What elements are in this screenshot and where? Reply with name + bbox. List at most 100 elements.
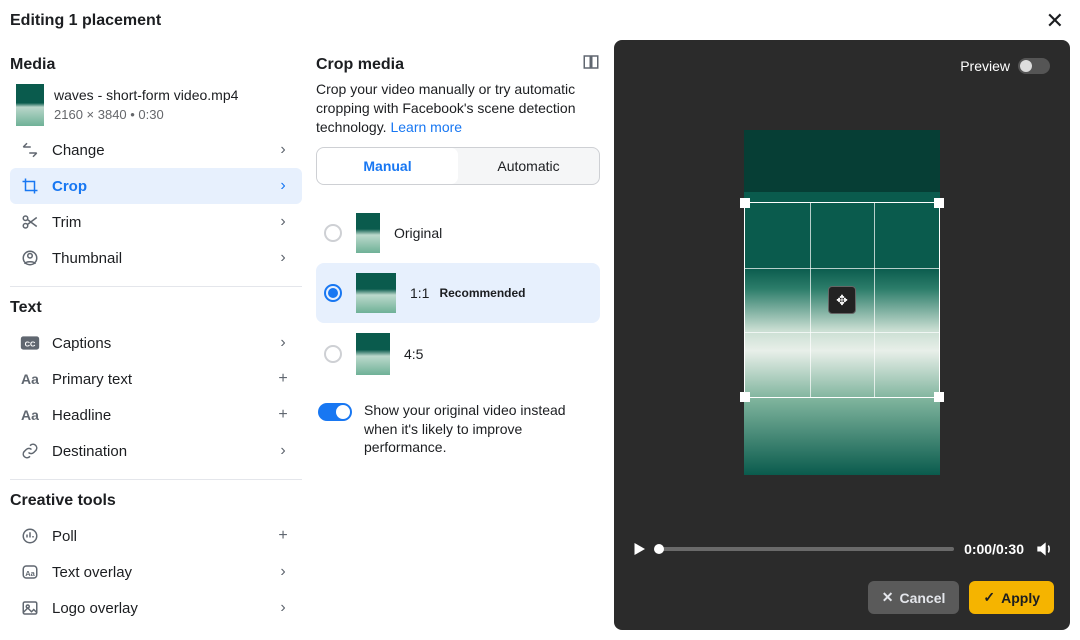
chevron-right-icon: › [274, 563, 292, 581]
ratio-label: Original [394, 225, 442, 241]
crop-box[interactable]: ✥ [744, 202, 940, 398]
sidebar-item-label: Thumbnail [52, 250, 262, 267]
sidebar-item-label: Captions [52, 335, 262, 352]
radio-icon [324, 284, 342, 302]
crop-mode-tabs: Manual Automatic [316, 147, 600, 185]
tab-automatic[interactable]: Automatic [458, 148, 599, 184]
crop-handle[interactable] [934, 392, 944, 402]
crop-handle[interactable] [740, 198, 750, 208]
chevron-right-icon: › [274, 177, 292, 195]
crop-heading: Crop media [316, 56, 404, 74]
thumbnail-icon [20, 248, 40, 268]
sidebar-item-change[interactable]: Change › [10, 132, 302, 168]
media-file-meta: waves - short-form video.mp4 2160 × 3840… [54, 86, 238, 124]
sidebar-item-label: Logo overlay [52, 600, 262, 617]
ratio-thumb-icon [356, 273, 396, 313]
plus-icon: + [274, 527, 292, 545]
sidebar-item-label: Poll [52, 528, 262, 545]
close-button[interactable]: ✕ [1046, 10, 1064, 32]
video-preview[interactable]: ✥ [744, 130, 940, 475]
change-icon [20, 140, 40, 160]
tools-heading: Creative tools [10, 492, 302, 510]
ratio-label: 1:1 [410, 285, 429, 301]
crop-icon [20, 176, 40, 196]
svg-text:Aa: Aa [25, 569, 35, 578]
plus-icon: + [274, 370, 292, 388]
crop-handle[interactable] [740, 392, 750, 402]
move-icon[interactable]: ✥ [828, 286, 856, 314]
learn-more-link[interactable]: Learn more [390, 119, 462, 135]
ratio-option-4-5[interactable]: 4:5 [316, 323, 600, 385]
chevron-right-icon: › [274, 442, 292, 460]
sidebar-item-label: Destination [52, 443, 262, 460]
play-button[interactable] [630, 540, 648, 558]
captions-icon: CC [20, 333, 40, 353]
ratio-thumb-icon [356, 213, 380, 253]
ratio-label: 4:5 [404, 346, 423, 362]
chevron-right-icon: › [274, 334, 292, 352]
media-heading: Media [10, 56, 302, 74]
close-icon: ✕ [882, 589, 894, 606]
media-dimensions: 2160 × 3840 • 0:30 [54, 106, 238, 124]
sidebar-item-text-overlay[interactable]: Aa Text overlay › [10, 554, 302, 590]
chevron-right-icon: › [274, 599, 292, 617]
poll-icon [20, 526, 40, 546]
sidebar-item-label: Headline [52, 407, 262, 424]
image-icon [20, 598, 40, 618]
chevron-right-icon: › [274, 249, 292, 267]
ratio-thumb-icon [356, 333, 390, 375]
sidebar-item-label: Crop [52, 178, 262, 195]
text-heading: Text [10, 299, 302, 317]
performance-toggle[interactable] [318, 403, 352, 421]
sidebar-item-thumbnail[interactable]: Thumbnail › [10, 240, 302, 276]
sidebar-item-label: Text overlay [52, 564, 262, 581]
performance-toggle-label: Show your original video instead when it… [364, 401, 598, 458]
page-title: Editing 1 placement [10, 12, 161, 30]
sidebar-item-captions[interactable]: CC Captions › [10, 325, 302, 361]
sidebar-item-primary-text[interactable]: Aa Primary text + [10, 361, 302, 397]
cancel-label: Cancel [899, 590, 945, 606]
sidebar-item-label: Change [52, 142, 262, 159]
divider [10, 286, 302, 287]
apply-button[interactable]: ✓ Apply [969, 581, 1054, 614]
progress-handle[interactable] [654, 544, 664, 554]
volume-button[interactable] [1034, 539, 1054, 559]
compare-icon[interactable] [582, 53, 600, 71]
check-icon: ✓ [983, 589, 995, 606]
sidebar-item-label: Trim [52, 214, 262, 231]
tab-manual[interactable]: Manual [317, 148, 458, 184]
ratio-option-1-1[interactable]: 1:1 Recommended [316, 263, 600, 323]
divider [10, 479, 302, 480]
sidebar-item-destination[interactable]: Destination › [10, 433, 302, 469]
ratio-option-original[interactable]: Original [316, 203, 600, 263]
sidebar-item-headline[interactable]: Aa Headline + [10, 397, 302, 433]
sidebar-item-crop[interactable]: Crop › [10, 168, 302, 204]
crop-handle[interactable] [934, 198, 944, 208]
media-file-row[interactable]: waves - short-form video.mp4 2160 × 3840… [10, 82, 302, 132]
progress-bar[interactable] [658, 547, 954, 551]
time-display: 0:00/0:30 [964, 541, 1024, 557]
cancel-button[interactable]: ✕ Cancel [868, 581, 960, 614]
left-sidebar: Media waves - short-form video.mp4 2160 … [0, 40, 310, 640]
link-icon [20, 441, 40, 461]
radio-icon [324, 345, 342, 363]
recommended-badge: Recommended [439, 286, 525, 300]
trim-icon [20, 212, 40, 232]
media-thumbnail-icon [16, 84, 44, 126]
svg-text:CC: CC [25, 339, 36, 348]
radio-icon [324, 224, 342, 242]
text-overlay-icon: Aa [20, 562, 40, 582]
chevron-right-icon: › [274, 213, 292, 231]
sidebar-item-poll[interactable]: Poll + [10, 518, 302, 554]
sidebar-item-logo-overlay[interactable]: Logo overlay › [10, 590, 302, 626]
sidebar-item-trim[interactable]: Trim › [10, 204, 302, 240]
crop-description: Crop your video manually or try automati… [316, 80, 600, 137]
media-filename: waves - short-form video.mp4 [54, 86, 238, 106]
crop-panel: Crop media Crop your video manually or t… [310, 40, 610, 640]
sidebar-item-label: Primary text [52, 371, 262, 388]
chevron-right-icon: › [274, 141, 292, 159]
apply-label: Apply [1001, 590, 1040, 606]
text-icon: Aa [20, 369, 40, 389]
preview-panel: Preview ✥ 0 [614, 40, 1070, 630]
plus-icon: + [274, 406, 292, 424]
